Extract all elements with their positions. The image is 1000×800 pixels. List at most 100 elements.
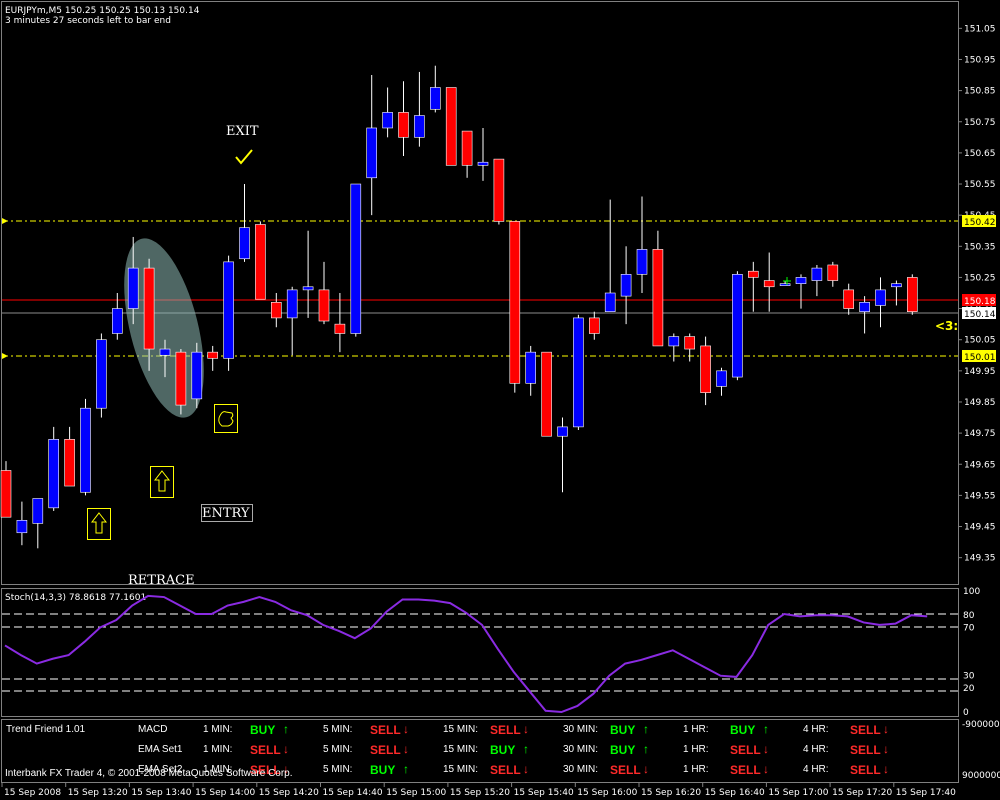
trend-row-label: EMA Set1 xyxy=(138,744,183,755)
sell-signal: SELL xyxy=(250,743,281,757)
candle-bull xyxy=(779,283,791,286)
retrace-label: RETRACE xyxy=(128,573,195,588)
price-tick-label: 149.55 xyxy=(964,491,996,501)
trading-chart[interactable]: EURJPYm,M5 150.25 150.25 150.13 150.14 3… xyxy=(0,0,1000,800)
price-tick-label: 150.85 xyxy=(964,87,996,97)
candle-bull xyxy=(80,407,91,493)
candle-bull xyxy=(286,289,298,319)
candle-bull xyxy=(573,317,584,428)
arrow-up-icon: ↑ xyxy=(523,742,529,756)
time-tick-label: 15 Sep 13:20 xyxy=(68,788,128,798)
candle-bull xyxy=(604,292,616,312)
candle-bull xyxy=(112,308,123,334)
stoch-tick-label: 70 xyxy=(963,623,975,633)
candle-bull xyxy=(32,498,44,524)
arrow-down-icon: ↓ xyxy=(883,722,889,736)
price-tick-label: 150.55 xyxy=(964,180,996,190)
candle-bull xyxy=(557,426,568,437)
candle-bull xyxy=(732,274,743,378)
platform-footer: Interbank FX Trader 4, © 2001-2008 MetaQ… xyxy=(5,768,293,779)
sell-signal: SELL xyxy=(610,763,641,777)
candle-bear xyxy=(684,336,696,350)
trend-axis-bottom: 9000000 xyxy=(962,771,1000,781)
buy-signal: BUY xyxy=(610,723,636,737)
trend-row-label: MACD xyxy=(138,724,168,735)
candle-bull xyxy=(811,267,823,281)
timeframe-label: 4 HR: xyxy=(803,724,829,735)
candle-bear xyxy=(0,470,12,518)
candle-bull xyxy=(159,348,171,356)
timeframe-label: 4 HR: xyxy=(803,764,829,775)
time-tick-label: 15 Sep 14:20 xyxy=(259,788,319,798)
candle-bull xyxy=(96,339,107,409)
arrow-up-icon: ↑ xyxy=(403,762,409,776)
candle-bear xyxy=(509,221,521,384)
time-tick-label: 15 Sep 16:00 xyxy=(577,788,637,798)
candle-bull xyxy=(716,370,727,387)
stoch-line xyxy=(4,594,928,714)
candle-bear xyxy=(700,345,711,393)
timeframe-label: 30 MIN: xyxy=(563,764,599,775)
sell-signal: SELL xyxy=(370,723,401,737)
time-tick-label: 15 Sep 2008 xyxy=(4,788,61,798)
price-tick-label: 149.95 xyxy=(964,367,996,377)
stoch-tick-label: 20 xyxy=(963,684,975,694)
arrow-up-icon: ↑ xyxy=(643,742,649,756)
sell-signal: SELL xyxy=(850,723,881,737)
time-tick-label: 15 Sep 15:20 xyxy=(450,788,510,798)
timeframe-label: 4 HR: xyxy=(803,744,829,755)
price-tick-label: 150.35 xyxy=(964,242,996,252)
retrace-ellipse xyxy=(124,238,204,418)
candle-bull xyxy=(795,277,807,284)
candle-bull xyxy=(350,183,362,334)
timeframe-label: 30 MIN: xyxy=(563,744,599,755)
timeframe-label: 1 MIN: xyxy=(203,724,233,735)
candle-bull xyxy=(223,261,234,359)
stoch-panel xyxy=(1,588,959,717)
sell-signal: SELL xyxy=(490,763,521,777)
buy-signal: BUY xyxy=(730,723,756,737)
candle-bear xyxy=(461,130,473,166)
arrow-up-box-icon xyxy=(150,466,174,498)
candle-bear xyxy=(143,267,155,350)
arrow-down-icon: ↓ xyxy=(643,762,649,776)
time-tick-label: 15 Sep 16:20 xyxy=(641,788,701,798)
stoch-tick-label: 100 xyxy=(963,587,980,597)
candle-bull xyxy=(239,227,250,260)
buy-signal: BUY xyxy=(250,723,276,737)
stoch-tick-label: 30 xyxy=(963,672,975,682)
candle-bear xyxy=(588,317,600,334)
stoch-axis: 100 80 70 30 20 0 xyxy=(963,587,980,718)
arrow-down-icon: ↓ xyxy=(523,722,529,736)
buy-signal: BUY xyxy=(370,763,396,777)
timeframe-label: 5 MIN: xyxy=(323,744,353,755)
lower-level-value: 150.01 xyxy=(964,353,996,363)
price-tick-label: 149.45 xyxy=(964,523,996,533)
candle-bear xyxy=(334,323,346,334)
candle-bull xyxy=(875,289,886,306)
candle-bull xyxy=(302,286,314,291)
symbol-header: EURJPYm,M5 150.25 150.25 150.13 150.14 xyxy=(5,6,200,16)
timeframe-label: 1 HR: xyxy=(683,724,709,735)
price-tick-label: 150.25 xyxy=(964,273,996,283)
bar-timer: 3 minutes 27 seconds left to bar end xyxy=(5,16,171,26)
sell-signal: SELL xyxy=(370,743,401,757)
candle-bear xyxy=(255,224,266,300)
hand-pointer-icon xyxy=(214,404,238,433)
stoch-tick-label: 0 xyxy=(963,708,969,718)
time-axis: 15 Sep 2008 15 Sep 13:20 15 Sep 13:40 15 Se… xyxy=(1,783,956,798)
arrow-up-box-icon xyxy=(87,508,111,540)
candle-bear xyxy=(207,351,218,359)
checkmark-icon xyxy=(235,149,253,165)
candle-bull xyxy=(414,115,425,138)
arrow-down-icon: ↓ xyxy=(763,742,769,756)
candle-bear xyxy=(398,112,409,138)
candle-bull xyxy=(366,127,378,179)
buy-signal: BUY xyxy=(490,743,516,757)
arrow-down-icon: ↓ xyxy=(283,742,289,756)
candle-bear xyxy=(652,249,664,347)
timeframe-label: 30 MIN: xyxy=(563,724,599,735)
timeframe-label: 15 MIN: xyxy=(443,744,479,755)
price-tick-label: 150.75 xyxy=(964,118,996,128)
candle-bear xyxy=(175,351,187,406)
